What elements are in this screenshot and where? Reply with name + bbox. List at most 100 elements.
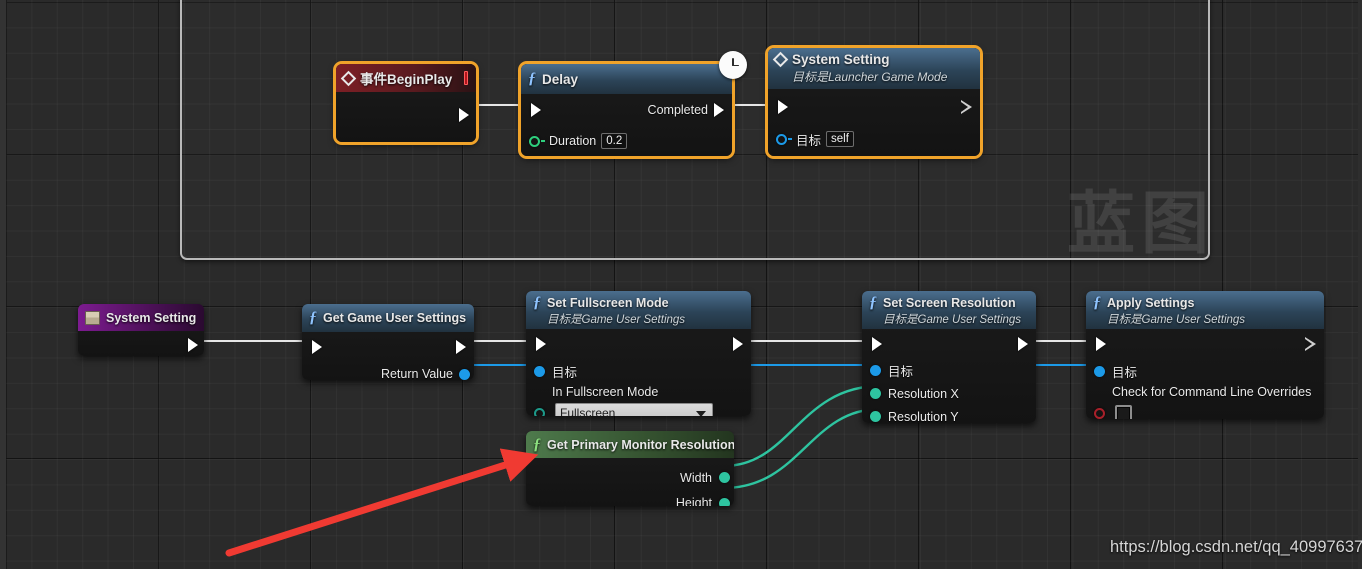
exec-output-pin[interactable]	[733, 337, 743, 351]
resolution-x-row: Resolution X	[862, 382, 1036, 405]
exec-output-pin[interactable]	[1018, 337, 1028, 351]
node-title: Set Screen Resolution	[883, 296, 1016, 310]
node-apply-settings[interactable]: ƒ Apply Settings 目标是Game User Settings 目…	[1086, 291, 1324, 419]
exec-input-pin[interactable]	[312, 340, 322, 354]
exec-wire-getgus-setfullscreen	[468, 340, 526, 342]
exec-wire-beginplay-delay	[477, 104, 525, 106]
height-output-pin[interactable]	[719, 497, 730, 506]
exec-output-pin[interactable]	[188, 338, 198, 352]
book-icon	[85, 310, 100, 325]
checkbox-label-row: Check for Command Line Overrides	[1086, 383, 1324, 401]
duration-row: Duration 0.2	[521, 126, 732, 156]
target-row: 目标	[1086, 359, 1324, 383]
node-body: Return Value	[302, 332, 474, 380]
exec-input-pin[interactable]	[1096, 337, 1106, 351]
node-header: ƒ Set Screen Resolution 目标是Game User Set…	[862, 291, 1036, 329]
function-icon: ƒ	[533, 294, 541, 311]
node-get-primary-monitor-resolution[interactable]: ƒ Get Primary Monitor Resolution Width H…	[526, 431, 734, 506]
url-watermark: https://blog.csdn.net/qq_40997637	[1110, 538, 1362, 556]
exec-input-pin[interactable]	[872, 337, 882, 351]
node-subtitle: 目标是Game User Settings	[1107, 314, 1246, 326]
exec-row	[862, 329, 1036, 359]
node-subtitle: 目标是Game User Settings	[883, 314, 1022, 326]
exec-row: Completed	[521, 94, 732, 126]
node-delay[interactable]: ƒ Delay Completed Duration 0.2	[521, 64, 732, 156]
node-set-fullscreen-mode[interactable]: ƒ Set Fullscreen Mode 目标是Game User Setti…	[526, 291, 751, 416]
node-header: ƒ Get Game User Settings	[302, 304, 474, 332]
target-row: 目标	[526, 359, 751, 383]
command-line-overrides-checkbox[interactable]	[1115, 404, 1132, 419]
pin-tail	[788, 138, 792, 140]
enum-label-row: In Fullscreen Mode	[526, 383, 751, 401]
stop-square-icon[interactable]	[464, 71, 468, 85]
height-label: Height	[675, 496, 712, 506]
exec-output-pin-completed[interactable]	[714, 103, 724, 117]
resolution-x-label: Resolution X	[888, 386, 959, 401]
resolution-y-row: Resolution Y	[862, 405, 1036, 423]
return-value-row: Return Value	[302, 362, 474, 380]
node-header: ƒ Apply Settings 目标是Game User Settings	[1086, 291, 1324, 329]
fullscreen-mode-input-pin[interactable]	[534, 407, 545, 416]
chevron-down-icon	[696, 411, 706, 416]
return-value-label: Return Value	[380, 367, 453, 380]
watermark-text: 蓝图	[1067, 186, 1216, 262]
target-input-pin[interactable]	[534, 365, 545, 377]
node-header: ƒ Delay	[521, 64, 732, 94]
exec-output-pin[interactable]	[1305, 336, 1316, 352]
pin-tail	[541, 140, 545, 142]
node-set-screen-resolution[interactable]: ƒ Set Screen Resolution 目标是Game User Set…	[862, 291, 1036, 423]
resolution-x-input-pin[interactable]	[870, 388, 881, 399]
node-subtitle: 目标是Launcher Game Mode	[792, 70, 948, 84]
command-line-overrides-label: Check for Command Line Overrides	[1112, 385, 1312, 399]
target-input-pin[interactable]	[870, 365, 881, 376]
exec-input-pin[interactable]	[531, 103, 541, 117]
duration-value-field[interactable]: 0.2	[601, 133, 628, 149]
node-body: 目标 In Fullscreen Mode Fullscreen	[526, 329, 751, 416]
exec-wire-setres-apply	[1028, 340, 1086, 342]
function-icon: ƒ	[528, 70, 536, 87]
exec-row	[302, 332, 474, 362]
node-system-setting-variable[interactable]: System Setting	[78, 304, 204, 356]
function-icon: ƒ	[533, 435, 541, 453]
target-row: 目标	[862, 359, 1036, 382]
width-output-pin[interactable]	[719, 472, 730, 483]
width-label: Width	[680, 470, 712, 485]
node-title: Get Primary Monitor Resolution	[547, 437, 734, 452]
resolution-y-label: Resolution Y	[888, 409, 959, 424]
fullscreen-mode-dropdown[interactable]: Fullscreen	[555, 403, 713, 416]
exec-input-pin[interactable]	[778, 100, 788, 114]
command-line-overrides-input-pin[interactable]	[1094, 407, 1105, 419]
node-header: System Setting 目标是Launcher Game Mode	[768, 48, 980, 89]
duration-label: Duration	[549, 134, 597, 148]
node-event-begin-play[interactable]: 事件BeginPlay	[336, 64, 476, 142]
in-fullscreen-mode-label: In Fullscreen Mode	[552, 385, 659, 399]
exec-output-pin[interactable]	[459, 108, 469, 122]
exec-output-pin[interactable]	[456, 340, 466, 354]
exec-wire-setfullscreen-setres	[744, 340, 864, 342]
resolution-y-input-pin[interactable]	[870, 411, 881, 422]
exec-row	[1086, 329, 1324, 359]
target-label: 目标	[1112, 365, 1138, 380]
node-subtitle: 目标是Game User Settings	[547, 314, 686, 326]
target-input-pin[interactable]	[1094, 365, 1105, 377]
node-body: Width Height	[526, 458, 734, 506]
exec-out-row	[78, 331, 204, 356]
node-title: System Setting	[792, 52, 890, 67]
target-row: 目标 self	[768, 125, 980, 153]
target-input-pin[interactable]	[776, 133, 787, 145]
exec-output-pin[interactable]	[961, 99, 972, 115]
target-label: 目标	[796, 133, 822, 148]
node-header: ƒ Get Primary Monitor Resolution	[526, 431, 734, 458]
node-header: System Setting	[78, 304, 204, 331]
node-system-setting-call[interactable]: System Setting 目标是Launcher Game Mode 目标 …	[768, 48, 980, 156]
duration-input-pin[interactable]	[529, 135, 540, 147]
node-body	[336, 92, 476, 138]
blueprint-graph-canvas[interactable]: 蓝图 https://blog.csdn.net/qq_40997637 事件B…	[0, 0, 1362, 569]
checkbox-row	[1086, 401, 1324, 419]
target-value-field[interactable]: self	[826, 131, 854, 147]
exec-row	[526, 329, 751, 359]
return-value-output-pin[interactable]	[459, 368, 470, 380]
node-title: 事件BeginPlay	[360, 72, 453, 87]
node-get-game-user-settings[interactable]: ƒ Get Game User Settings Return Value	[302, 304, 474, 380]
exec-input-pin[interactable]	[536, 337, 546, 351]
